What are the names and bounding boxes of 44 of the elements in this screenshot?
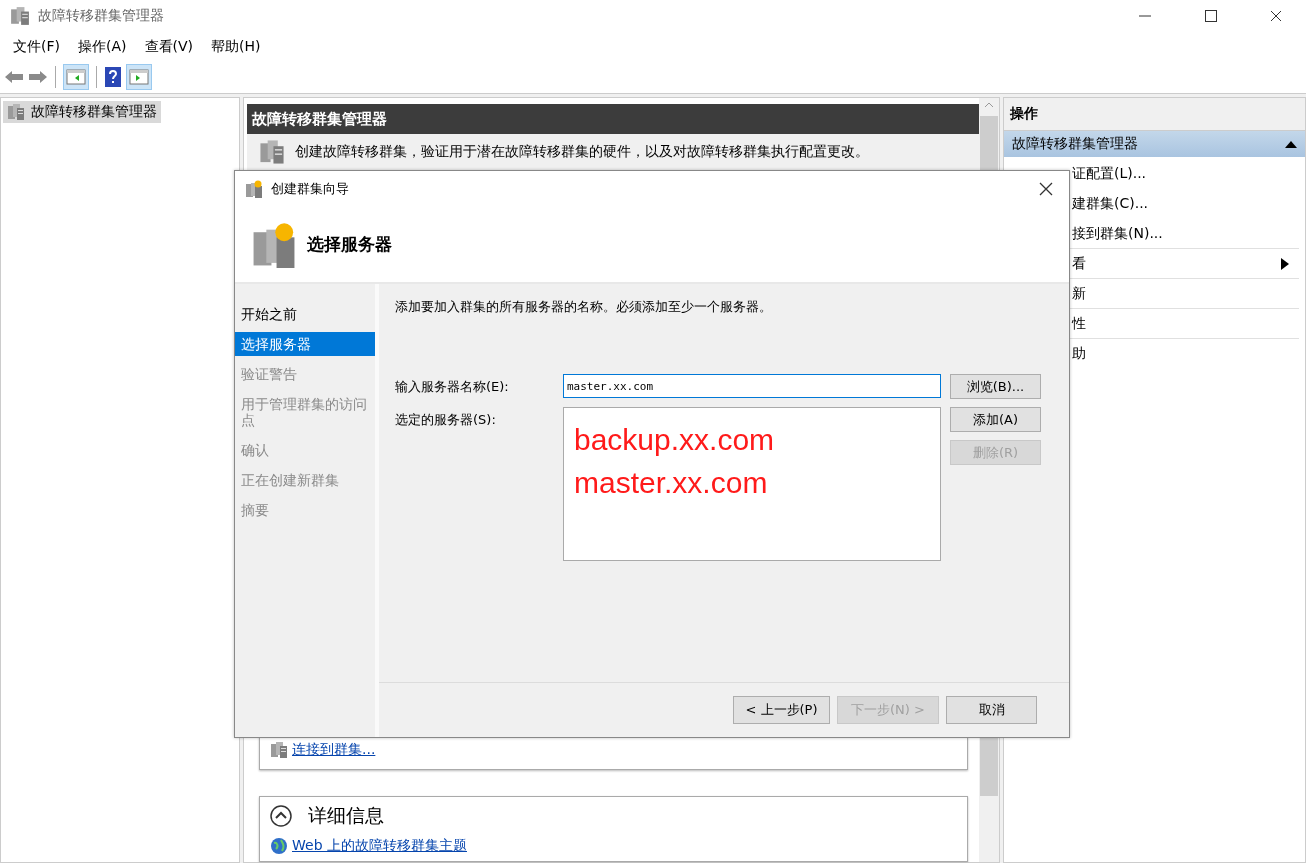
details-title: 详细信息 [308,803,384,828]
add-button[interactable]: 添加(A) [950,407,1041,432]
server-icon [270,741,288,759]
actions-section-header[interactable]: 故障转移群集管理器 [1004,131,1305,157]
wizard-step[interactable]: 开始之前 [235,302,375,326]
tree-item[interactable]: 故障转移群集管理器 [3,101,161,123]
app-icon [10,5,30,26]
collapse-icon [1285,140,1297,148]
server-entry: backup.xx.com [574,422,776,458]
menu-item[interactable]: 操作(A) [69,37,136,56]
help-icon[interactable] [104,66,122,89]
server-star-icon [251,221,297,268]
cluster-icon [259,139,285,165]
back-arrow-icon[interactable] [4,69,24,86]
web-topics-link[interactable]: Web 上的故障转移群集主题 [292,837,467,855]
field-label: 选定的服务器(S): [395,411,497,429]
server-list[interactable]: backup.xx.com master.xx.com [563,407,941,561]
wizard-step[interactable]: 选择服务器 [235,332,375,356]
browse-button[interactable]: 浏览(B)... [950,374,1041,399]
field-label: 输入服务器名称(E): [395,378,510,396]
menu-item[interactable]: 文件(F) [4,37,69,56]
server-name-field[interactable]: master.xx.com [563,374,941,398]
globe-icon [270,837,288,855]
wizard-heading: 选择服务器 [307,233,392,256]
pane-icon [129,68,149,87]
cancel-button[interactable]: 取消 [946,696,1037,724]
collapse-icon[interactable] [270,805,292,827]
show-tree-button[interactable] [63,64,89,91]
connect-link[interactable]: 连接到群集... [292,741,376,759]
forward-arrow-icon[interactable] [28,69,48,86]
server-entry: master.xx.com [574,465,769,501]
server-star-icon [245,180,263,198]
dialog-title: 创建群集向导 [271,180,350,198]
window-title: 故障转移群集管理器 [38,6,165,25]
menu-item[interactable]: 帮助(H) [202,37,270,56]
pane-header: 故障转移群集管理器 [247,104,979,134]
actions-header: 操作 [1004,98,1305,131]
description-text: 创建故障转移群集，验证用于潜在故障转移群集的硬件，以及对故障转移群集执行配置更改。 [295,143,869,161]
submenu-arrow-icon [1281,257,1289,270]
back-button[interactable]: < 上一步(P) [733,696,830,724]
menu-item[interactable]: 查看(V) [135,37,202,56]
pane-icon [66,68,86,87]
server-icon [7,103,25,121]
instruction-text: 添加要加入群集的所有服务器的名称。必须添加至少一个服务器。 [395,298,773,316]
